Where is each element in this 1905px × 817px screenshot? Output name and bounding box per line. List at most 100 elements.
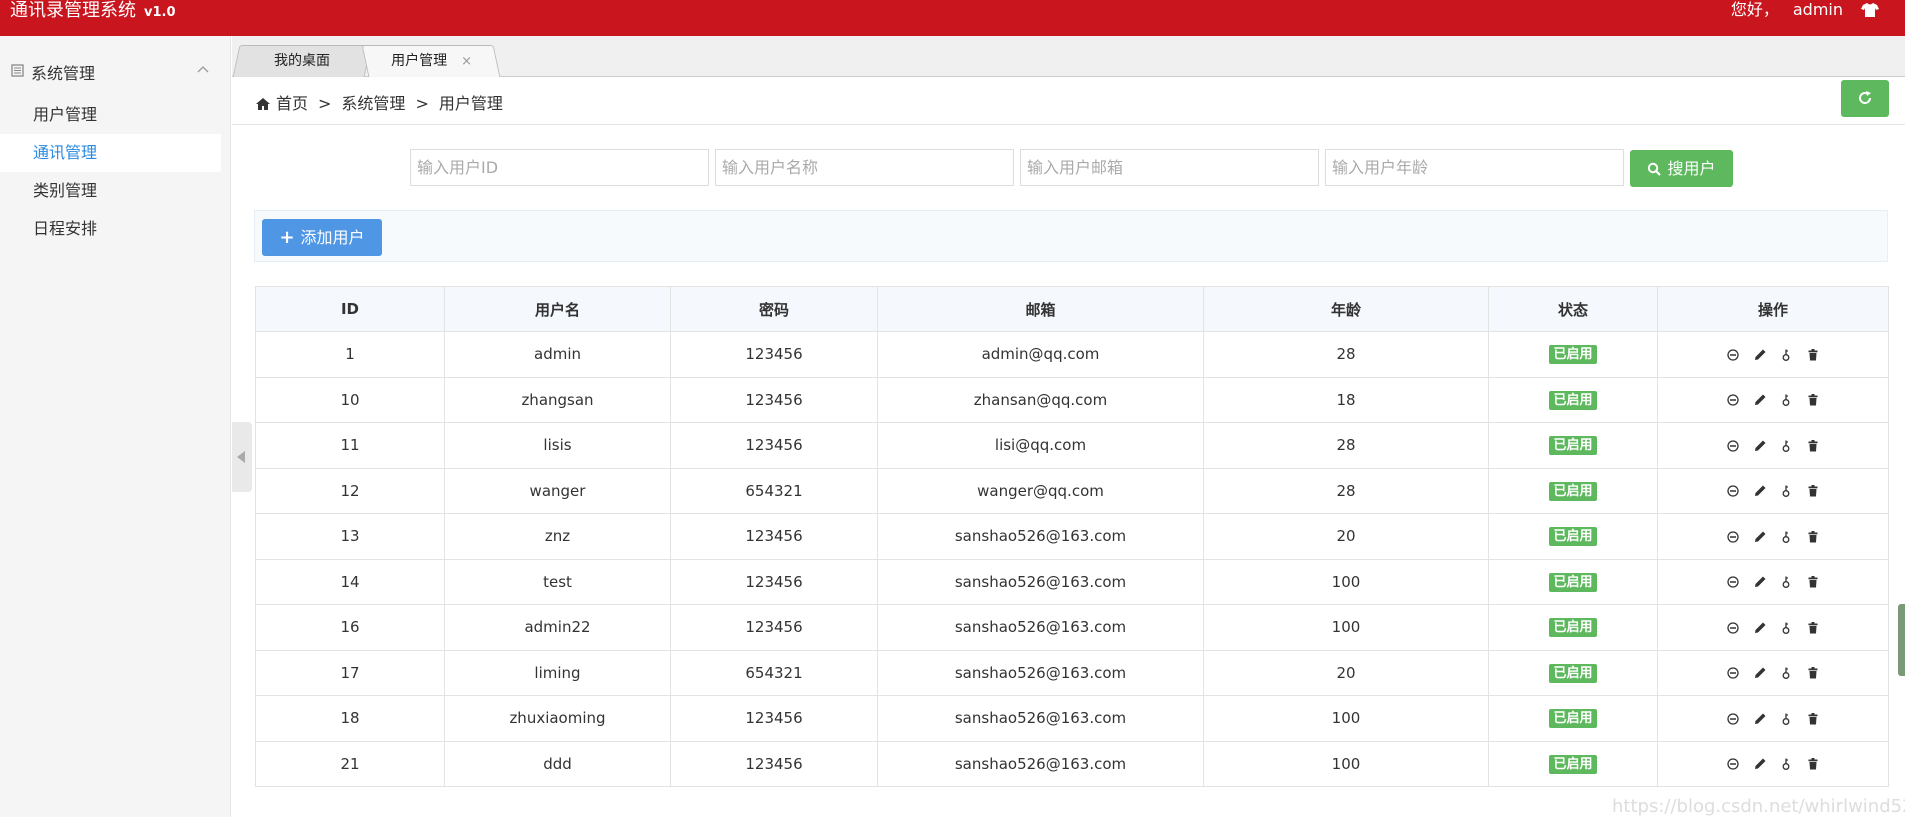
sidebar-item-user-management[interactable]: 用户管理 bbox=[0, 96, 221, 134]
search-icon bbox=[1648, 162, 1662, 176]
disable-icon[interactable] bbox=[1727, 622, 1739, 634]
disable-icon[interactable] bbox=[1727, 485, 1739, 497]
tab-label: 我的桌面 bbox=[274, 53, 330, 69]
trash-icon[interactable] bbox=[1807, 576, 1819, 588]
status-badge[interactable]: 已启用 bbox=[1549, 481, 1597, 501]
trash-icon[interactable] bbox=[1807, 530, 1819, 543]
disable-icon[interactable] bbox=[1727, 349, 1739, 361]
trash-icon[interactable] bbox=[1807, 485, 1819, 497]
disable-icon[interactable] bbox=[1727, 667, 1739, 679]
cell-username: wanger bbox=[444, 467, 671, 514]
key-icon[interactable] bbox=[1780, 349, 1792, 361]
column-header-password[interactable]: 密码 bbox=[670, 286, 878, 332]
key-icon[interactable] bbox=[1780, 394, 1792, 407]
search-user-age-input[interactable] bbox=[1325, 149, 1624, 186]
status-badge[interactable]: 已启用 bbox=[1549, 754, 1597, 774]
column-header-status[interactable]: 状态 bbox=[1488, 286, 1658, 332]
search-user-email-input[interactable] bbox=[1020, 149, 1319, 186]
disable-icon[interactable] bbox=[1727, 440, 1739, 452]
column-header-age[interactable]: 年龄 bbox=[1203, 286, 1489, 332]
chevron-up-icon[interactable] bbox=[197, 65, 209, 73]
key-icon[interactable] bbox=[1780, 622, 1792, 634]
disable-icon[interactable] bbox=[1727, 394, 1739, 406]
breadcrumb-home[interactable]: 首页 bbox=[276, 94, 308, 113]
disable-icon[interactable] bbox=[1727, 576, 1739, 588]
column-header-id[interactable]: ID bbox=[255, 286, 445, 332]
edit-icon[interactable] bbox=[1754, 622, 1766, 634]
edit-icon[interactable] bbox=[1754, 440, 1766, 452]
cell-password: 123456 bbox=[670, 604, 878, 651]
cell-status: 已启用 bbox=[1488, 376, 1658, 423]
key-icon[interactable] bbox=[1780, 576, 1792, 589]
key-icon[interactable] bbox=[1780, 440, 1792, 452]
tab-user-management[interactable]: 用户管理 × bbox=[361, 45, 501, 77]
trash-icon[interactable] bbox=[1807, 394, 1819, 406]
edit-icon[interactable] bbox=[1754, 349, 1766, 361]
trash-icon[interactable] bbox=[1807, 667, 1819, 679]
edit-icon[interactable] bbox=[1754, 758, 1766, 770]
app-brand: 通讯录管理系统 v1.0 bbox=[10, 0, 176, 22]
breadcrumb-system[interactable]: 系统管理 bbox=[341, 94, 405, 113]
search-users-button[interactable]: 搜用户 bbox=[1630, 150, 1733, 187]
edit-icon[interactable] bbox=[1754, 531, 1766, 543]
cell-age: 20 bbox=[1203, 513, 1489, 560]
cell-id: 11 bbox=[255, 422, 445, 469]
column-header-actions: 操作 bbox=[1657, 286, 1889, 332]
edit-icon[interactable] bbox=[1754, 667, 1766, 679]
status-badge[interactable]: 已启用 bbox=[1549, 663, 1597, 683]
disable-icon[interactable] bbox=[1727, 713, 1739, 725]
disable-icon[interactable] bbox=[1727, 531, 1739, 543]
cell-actions bbox=[1657, 513, 1889, 560]
sidebar-collapse-handle[interactable] bbox=[232, 422, 252, 492]
trash-icon[interactable] bbox=[1807, 621, 1819, 634]
status-badge[interactable]: 已启用 bbox=[1549, 345, 1597, 365]
key-icon[interactable] bbox=[1780, 758, 1792, 771]
disable-icon[interactable] bbox=[1727, 758, 1739, 770]
status-badge[interactable]: 已启用 bbox=[1549, 436, 1597, 456]
key-icon[interactable] bbox=[1780, 667, 1792, 680]
sidebar-section-header[interactable]: 系统管理 bbox=[0, 56, 231, 86]
status-badge[interactable]: 已启用 bbox=[1549, 390, 1597, 410]
table-row: 12 wanger 654321 wanger@qq.com 28 已启用 bbox=[255, 467, 1889, 514]
search-user-name-input[interactable] bbox=[715, 149, 1014, 186]
add-user-button[interactable]: + 添加用户 bbox=[262, 219, 382, 256]
cell-password: 123456 bbox=[670, 513, 878, 560]
search-user-id-input[interactable] bbox=[410, 149, 709, 186]
cell-username: admin bbox=[444, 331, 671, 378]
trash-icon[interactable] bbox=[1807, 348, 1819, 361]
trash-icon[interactable] bbox=[1807, 712, 1819, 725]
top-header: 通讯录管理系统 v1.0 您好， admin bbox=[0, 0, 1905, 36]
status-badge[interactable]: 已启用 bbox=[1549, 709, 1597, 729]
sidebar-item-category-management[interactable]: 类别管理 bbox=[0, 172, 221, 210]
trash-icon[interactable] bbox=[1807, 758, 1819, 770]
close-icon[interactable]: × bbox=[461, 54, 472, 69]
user-greeting: 您好， admin bbox=[1731, 0, 1843, 20]
edit-icon[interactable] bbox=[1754, 394, 1766, 406]
cell-email: zhansan@qq.com bbox=[877, 376, 1204, 423]
cell-status: 已启用 bbox=[1488, 558, 1658, 605]
breadcrumb-separator: > bbox=[415, 94, 429, 113]
edit-icon[interactable] bbox=[1754, 576, 1766, 588]
cell-email: sanshao526@163.com bbox=[877, 604, 1204, 651]
status-badge[interactable]: 已启用 bbox=[1549, 618, 1597, 638]
column-header-username[interactable]: 用户名 bbox=[444, 286, 671, 332]
status-badge[interactable]: 已启用 bbox=[1549, 572, 1597, 592]
username-link[interactable]: admin bbox=[1793, 0, 1843, 19]
page-scrollbar[interactable] bbox=[1898, 604, 1905, 676]
theme-shirt-icon[interactable] bbox=[1861, 2, 1879, 18]
refresh-button[interactable] bbox=[1841, 80, 1889, 117]
cell-status: 已启用 bbox=[1488, 604, 1658, 651]
cell-password: 123456 bbox=[670, 695, 878, 742]
key-icon[interactable] bbox=[1780, 531, 1792, 543]
tab-desktop[interactable]: 我的桌面 bbox=[232, 45, 372, 77]
edit-icon[interactable] bbox=[1754, 713, 1766, 725]
column-header-email[interactable]: 邮箱 bbox=[877, 286, 1204, 332]
trash-icon[interactable] bbox=[1807, 439, 1819, 452]
edit-icon[interactable] bbox=[1754, 485, 1766, 497]
sidebar-item-contact-management[interactable]: 通讯管理 bbox=[0, 134, 221, 172]
table-row: 18 zhuxiaoming 123456 sanshao526@163.com… bbox=[255, 695, 1889, 742]
key-icon[interactable] bbox=[1780, 713, 1792, 725]
status-badge[interactable]: 已启用 bbox=[1549, 527, 1597, 547]
key-icon[interactable] bbox=[1780, 485, 1792, 498]
sidebar-item-schedule[interactable]: 日程安排 bbox=[0, 210, 221, 248]
